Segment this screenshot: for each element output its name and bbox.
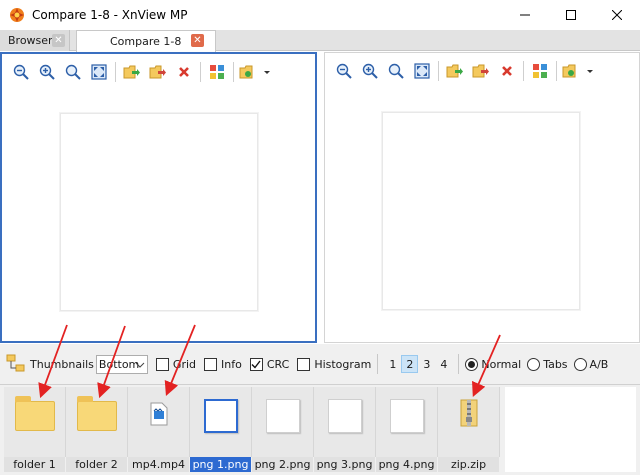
tab-close-icon[interactable]: ✕ (52, 34, 65, 47)
panel-toolbar (331, 59, 596, 83)
move-to-icon[interactable] (468, 59, 494, 83)
mode-tabs-label: Tabs (543, 357, 568, 371)
thumbnail-folder-2[interactable]: folder 2 (66, 387, 128, 472)
thumbnail-png-3[interactable]: png 3.png (314, 387, 376, 472)
thumbnail-strip: folder 1 folder 2 mp4.mp4 png 1.png png … (0, 384, 640, 475)
copy-to-icon[interactable] (119, 60, 145, 84)
thumbnail-caption: zip.zip (438, 457, 499, 472)
folder-icon (77, 396, 117, 431)
page-button-4[interactable]: 4 (435, 355, 452, 373)
zoom-reset-icon[interactable] (383, 59, 409, 83)
thumbnail-caption: png 1.png (190, 457, 251, 472)
compare-options-bar: Thumbnails Bottom Grid Info CRC Histogra… (0, 344, 640, 384)
image-thumbnail (390, 399, 424, 433)
window-title: Compare 1-8 - XnView MP (32, 8, 188, 22)
page-button-1[interactable]: 1 (384, 355, 401, 373)
zoom-out-icon[interactable] (8, 60, 34, 84)
folder-tree-icon[interactable] (6, 354, 26, 375)
grid-label: Grid (172, 357, 197, 371)
thumbnails-position-select[interactable]: Bottom (95, 354, 148, 374)
toolbar-separator (523, 61, 524, 81)
xnview-logo-icon (9, 7, 25, 23)
mode-ab-radio[interactable] (573, 357, 587, 371)
delete-icon[interactable] (171, 60, 197, 84)
compare-icon[interactable] (527, 59, 553, 83)
info-checkbox[interactable] (204, 357, 218, 371)
thumbnail-caption: folder 2 (66, 457, 127, 472)
thumbnail-mp4[interactable]: mp4.mp4 (128, 387, 190, 472)
zoom-reset-icon[interactable] (60, 60, 86, 84)
compare-panel-left[interactable] (0, 52, 317, 343)
page-button-2[interactable]: 2 (401, 355, 419, 373)
move-to-icon[interactable] (145, 60, 171, 84)
zip-file-icon (460, 399, 478, 430)
toolbar-separator (115, 62, 116, 82)
thumbnail-caption: png 2.png (252, 457, 313, 472)
thumbnails-label: Thumbnails (30, 357, 94, 371)
panel-toolbar (8, 60, 273, 84)
tab-label: Browser (8, 34, 53, 47)
compare-icon[interactable] (204, 60, 230, 84)
fit-icon[interactable] (86, 60, 112, 84)
image-thumbnail (266, 399, 300, 433)
thumbnail-png-1[interactable]: png 1.png (190, 387, 252, 472)
delete-icon[interactable] (494, 59, 520, 83)
zoom-out-icon[interactable] (331, 59, 357, 83)
thumbnail-empty-area (505, 387, 636, 472)
thumbnail-caption: folder 1 (4, 457, 65, 472)
toolbar-separator (438, 61, 439, 81)
chevron-down-icon (135, 358, 145, 371)
histogram-label: Histogram (314, 357, 372, 371)
checkmark-icon (251, 360, 261, 369)
crc-checkbox[interactable] (249, 357, 263, 371)
zoom-in-icon[interactable] (357, 59, 383, 83)
thumbnail-folder-1[interactable]: folder 1 (4, 387, 66, 472)
zoom-in-icon[interactable] (34, 60, 60, 84)
thumbnail-caption: png 3.png (314, 457, 375, 472)
toolbar-separator (233, 62, 234, 82)
fit-icon[interactable] (409, 59, 435, 83)
thumbnail-png-2[interactable]: png 2.png (252, 387, 314, 472)
thumbnail-zip[interactable]: zip.zip (438, 387, 500, 472)
folder-menu-icon[interactable] (237, 60, 273, 84)
radio-dot (468, 360, 476, 368)
compare-panel-right[interactable] (324, 52, 640, 343)
thumbnail-caption: png 4.png (376, 457, 437, 472)
toolbar-separator (556, 61, 557, 81)
info-label: Info (221, 357, 242, 371)
toolbar-separator (200, 62, 201, 82)
folder-icon (15, 396, 55, 431)
tab-browser[interactable]: Browser ✕ (0, 30, 70, 51)
image-preview (382, 112, 580, 310)
options-separator (458, 354, 460, 374)
crc-label: CRC (266, 357, 290, 371)
image-preview (60, 113, 258, 311)
folder-menu-icon[interactable] (560, 59, 596, 83)
minimize-icon[interactable] (502, 0, 548, 30)
maximize-icon[interactable] (548, 0, 594, 30)
thumbnail-caption: mp4.mp4 (128, 457, 189, 472)
grid-checkbox[interactable] (155, 357, 169, 371)
image-thumbnail (328, 399, 362, 433)
select-value: Bottom (98, 357, 140, 371)
mode-normal-radio[interactable] (465, 357, 479, 371)
mode-normal-label: Normal (481, 357, 522, 371)
options-separator (377, 354, 379, 374)
tab-label: Compare 1-8 (110, 35, 182, 48)
copy-to-icon[interactable] (442, 59, 468, 83)
close-icon[interactable] (594, 0, 640, 30)
title-bar: Compare 1-8 - XnView MP (0, 0, 640, 30)
mode-ab-label: A/B (589, 357, 609, 371)
mode-tabs-radio[interactable] (527, 357, 541, 371)
video-file-icon (150, 402, 168, 429)
page-button-3[interactable]: 3 (418, 355, 435, 373)
thumbnail-png-4[interactable]: png 4.png (376, 387, 438, 472)
image-thumbnail (204, 399, 238, 433)
tab-strip: Browser ✕ Compare 1-8 ✕ (0, 30, 640, 52)
histogram-checkbox[interactable] (297, 357, 311, 371)
thumbnail-list: folder 1 folder 2 mp4.mp4 png 1.png png … (4, 387, 500, 472)
tab-close-icon[interactable]: ✕ (191, 34, 204, 47)
